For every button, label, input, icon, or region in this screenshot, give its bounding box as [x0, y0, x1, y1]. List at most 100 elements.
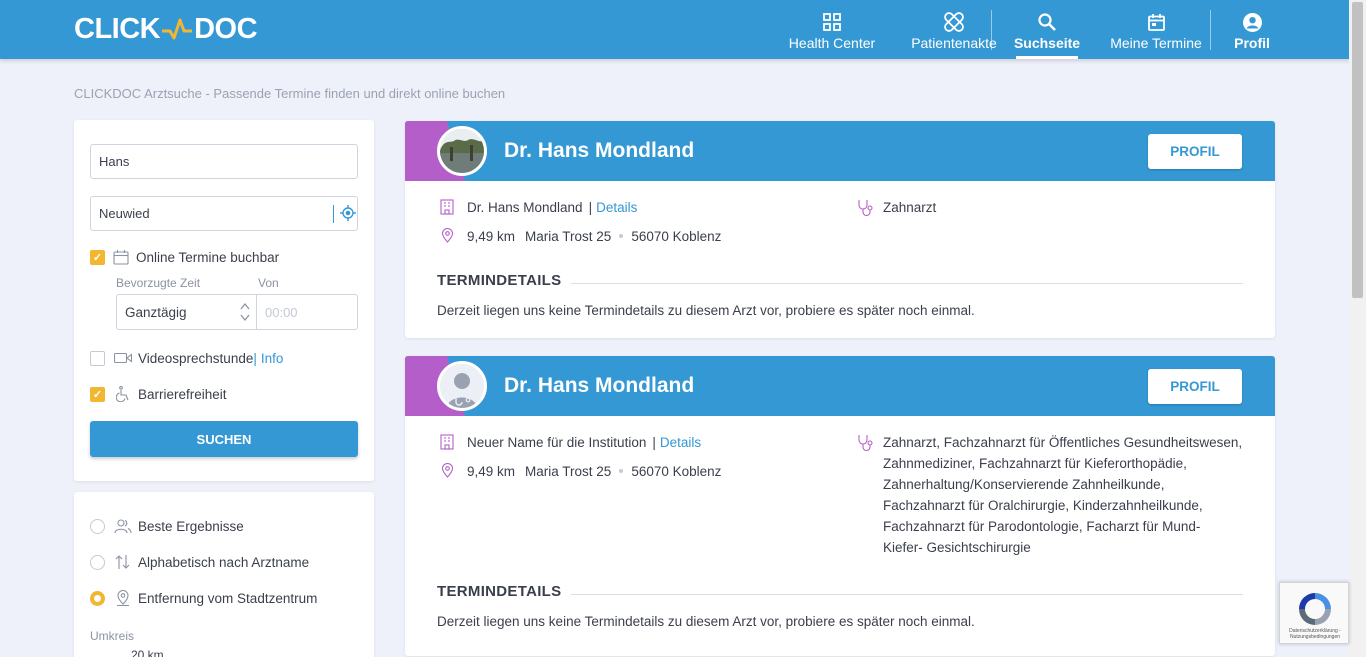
doctor-result-card: Dr. Hans Mondland PROFIL Neuer Name für …: [405, 356, 1275, 656]
recaptcha-icon: [1299, 593, 1331, 625]
specialties-text: Zahnarzt: [883, 200, 937, 215]
radius-label: Umkreis: [90, 629, 134, 643]
time-from-placeholder: 00:00: [265, 304, 298, 320]
sort-radio-distance[interactable]: [90, 591, 105, 606]
doctor-photo: [437, 126, 487, 176]
video-camera-icon: [114, 350, 132, 366]
doctor-name-value: Hans: [99, 154, 130, 169]
radius-value: 20 km: [131, 648, 164, 657]
street: Maria Trost 25: [525, 228, 612, 244]
sort-distance-text: Entfernung vom Stadtzentrum: [138, 590, 318, 606]
page-subtitle: CLICKDOC Arztsuche - Passende Termine fi…: [74, 86, 506, 101]
online-booking-text: Online Termine buchbar: [136, 249, 280, 265]
barrier-free-text: Barrierefreiheit: [138, 386, 227, 402]
details-link[interactable]: Details: [660, 435, 701, 450]
institution-row: Neuer Name für die Institution | Details: [439, 434, 701, 450]
sort-options-card: Beste Ergebnisse Alphabetisch nach Arztn…: [74, 492, 374, 657]
nav-suchseite-label: Suchseite: [1013, 35, 1081, 51]
search-button[interactable]: SUCHEN: [90, 421, 358, 457]
location-input[interactable]: Neuwied: [90, 196, 358, 231]
video-consultation-text: Videosprechstunde: [138, 350, 254, 366]
updown-chevron-icon: [240, 301, 250, 325]
sort-alphabetical-label: Alphabetisch nach Arztname: [114, 554, 309, 570]
institution-name: Dr. Hans Mondland: [467, 199, 583, 215]
recaptcha-text[interactable]: Datenschutzerklärung - Nutzungsbedingung…: [1284, 628, 1346, 640]
video-info-link[interactable]: Info: [261, 351, 284, 366]
profile-button[interactable]: PROFIL: [1148, 134, 1242, 169]
doctor-placeholder-avatar: [437, 361, 487, 411]
sort-best-label: Beste Ergebnisse: [114, 518, 244, 534]
doctor-name[interactable]: Dr. Hans Mondland: [504, 374, 694, 398]
video-consultation-checkbox[interactable]: [90, 351, 105, 366]
sort-arrows-icon: [114, 554, 132, 570]
doctor-name-input[interactable]: Hans: [90, 144, 358, 179]
no-appointments-notice: Derzeit liegen uns keine Termindetails z…: [437, 614, 975, 629]
doctor-card-header: Dr. Hans Mondland PROFIL: [405, 121, 1275, 181]
distance: 9,49 km: [467, 463, 516, 479]
time-from-input[interactable]: 00:00: [257, 294, 358, 330]
nav-health-center[interactable]: Health Center: [782, 0, 882, 59]
building-icon: [439, 199, 455, 215]
nav-divider: [1210, 10, 1211, 50]
sort-best-text: Beste Ergebnisse: [138, 518, 244, 534]
barrier-free-label: Barrierefreiheit: [114, 386, 227, 402]
bandage-icon: [943, 11, 965, 33]
recaptcha-badge[interactable]: Datenschutzerklärung - Nutzungsbedingung…: [1279, 582, 1349, 644]
doctor-card-header: Dr. Hans Mondland PROFIL: [405, 356, 1275, 416]
heading-divider: [571, 283, 1243, 284]
users-icon: [114, 518, 132, 534]
appointment-details-heading: TERMINDETAILS: [437, 583, 1243, 600]
location-pin-icon: [439, 463, 455, 479]
preferred-time-select[interactable]: Ganztägig: [116, 294, 257, 330]
details-link[interactable]: Details: [596, 200, 637, 215]
main-nav: Health Center Patientenakte Suchseite Me…: [782, 0, 1270, 59]
nav-profil[interactable]: Profil: [1234, 0, 1270, 59]
city: 56070 Koblenz: [631, 228, 722, 244]
scrollbar-thumb[interactable]: [1352, 2, 1363, 298]
nav-profil-label: Profil: [1234, 35, 1270, 51]
address-dot: [619, 234, 624, 238]
page-scrollbar[interactable]: [1349, 0, 1366, 657]
preferred-time-value: Ganztägig: [125, 304, 187, 320]
locate-me-icon[interactable]: [333, 205, 356, 223]
institution-row: Dr. Hans Mondland | Details: [439, 199, 637, 215]
institution-name: Neuer Name für die Institution: [467, 434, 647, 450]
address-row: 9,49 km Maria Trost 25 56070 Koblenz: [439, 228, 721, 244]
heading-divider: [571, 594, 1243, 595]
calendar-outline-icon: [112, 249, 130, 265]
details-divider: |: [588, 199, 593, 215]
doctor-name[interactable]: Dr. Hans Mondland: [504, 139, 694, 163]
online-booking-checkbox[interactable]: ✓: [90, 250, 105, 265]
details-divider: |: [652, 434, 656, 450]
pulse-logo-icon: [162, 18, 193, 40]
address-dot: [619, 469, 624, 473]
wheelchair-icon: [114, 386, 132, 402]
sort-radio-best[interactable]: [90, 519, 105, 534]
grid-icon: [821, 11, 843, 33]
logo-text-left: CLICK: [74, 12, 161, 45]
profile-button[interactable]: PROFIL: [1148, 369, 1242, 404]
stethoscope-icon: [857, 199, 875, 217]
location-value: Neuwied: [99, 206, 150, 221]
info-divider: |: [253, 350, 257, 366]
nav-divider: [991, 10, 992, 50]
barrier-free-checkbox[interactable]: ✓: [90, 387, 105, 402]
nav-meine-termine-label: Meine Termine: [1110, 35, 1202, 51]
appointment-details-title: TERMINDETAILS: [437, 583, 562, 600]
nav-meine-termine[interactable]: Meine Termine: [1108, 0, 1204, 59]
search-icon: [1036, 11, 1058, 33]
specialties-text: Zahnarzt, Fachzahnarzt für Öffentliches …: [883, 435, 1243, 555]
user-icon: [1241, 11, 1263, 33]
preferred-time-label: Bevorzugte Zeit: [116, 276, 201, 290]
street: Maria Trost 25: [525, 463, 612, 479]
nav-patientenakte-label: Patientenakte: [911, 35, 997, 51]
sort-radio-alphabetical[interactable]: [90, 555, 105, 570]
nav-suchseite[interactable]: Suchseite: [1013, 0, 1081, 59]
nav-health-center-label: Health Center: [788, 35, 876, 51]
clickdoc-logo[interactable]: CLICK DOC: [74, 12, 258, 46]
calendar-icon: [1145, 11, 1167, 33]
logo-text-right: DOC: [194, 12, 258, 45]
no-appointments-notice: Derzeit liegen uns keine Termindetails z…: [437, 303, 975, 318]
nav-patientenakte[interactable]: Patientenakte: [904, 0, 1004, 59]
building-icon: [439, 434, 455, 450]
